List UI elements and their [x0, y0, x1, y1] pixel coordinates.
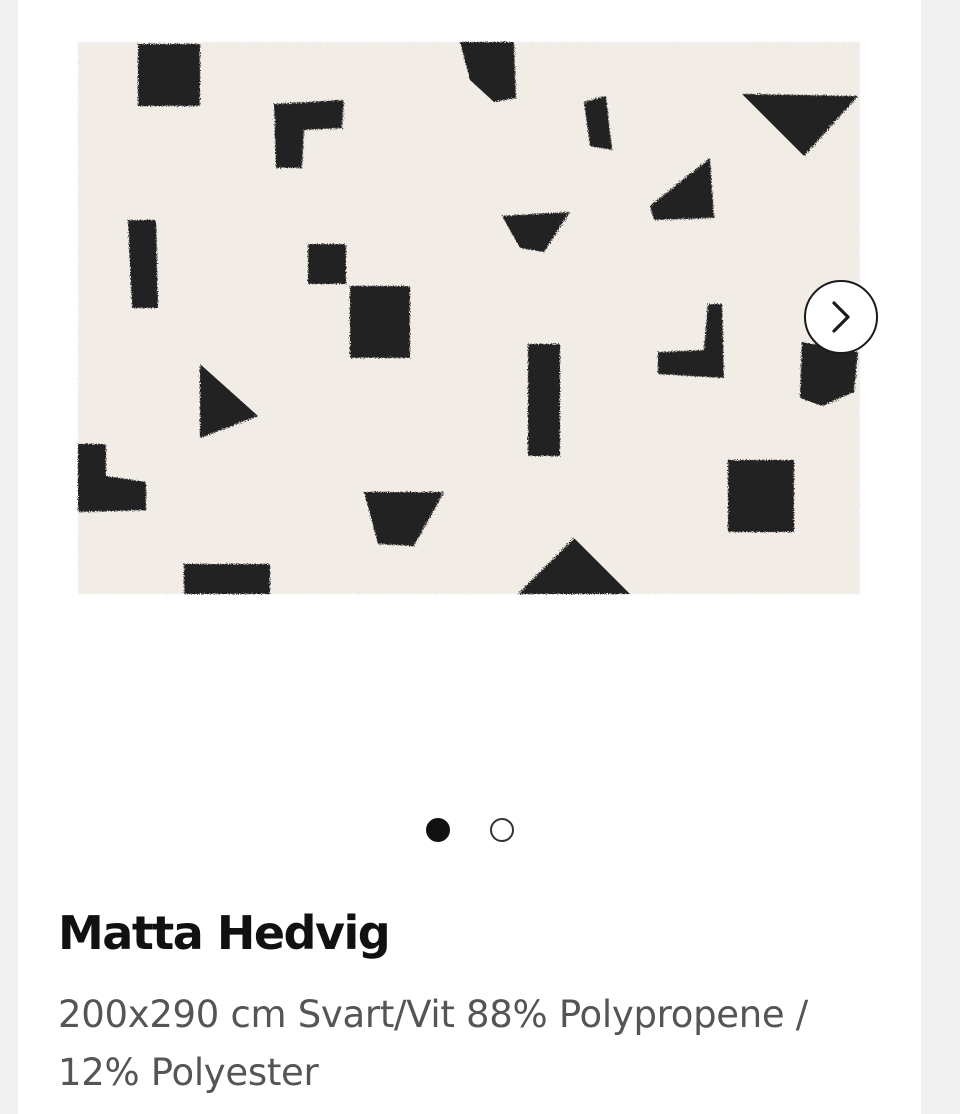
pagination-dot-2[interactable] [489, 818, 514, 842]
chevron-right-icon [832, 301, 850, 333]
next-image-button[interactable] [804, 280, 878, 354]
product-image[interactable] [74, 38, 864, 598]
product-description: 200x290 cm Svart/Vit 88% Polypropene / 1… [58, 993, 808, 1094]
image-pagination [18, 818, 921, 846]
product-image-gallery [18, 0, 921, 780]
pagination-dot-1[interactable] [425, 818, 450, 842]
product-title: Matta Hedvig [58, 906, 391, 960]
product-card: Matta Hedvig 200x290 cm Svart/Vit 88% Po… [18, 0, 921, 1114]
